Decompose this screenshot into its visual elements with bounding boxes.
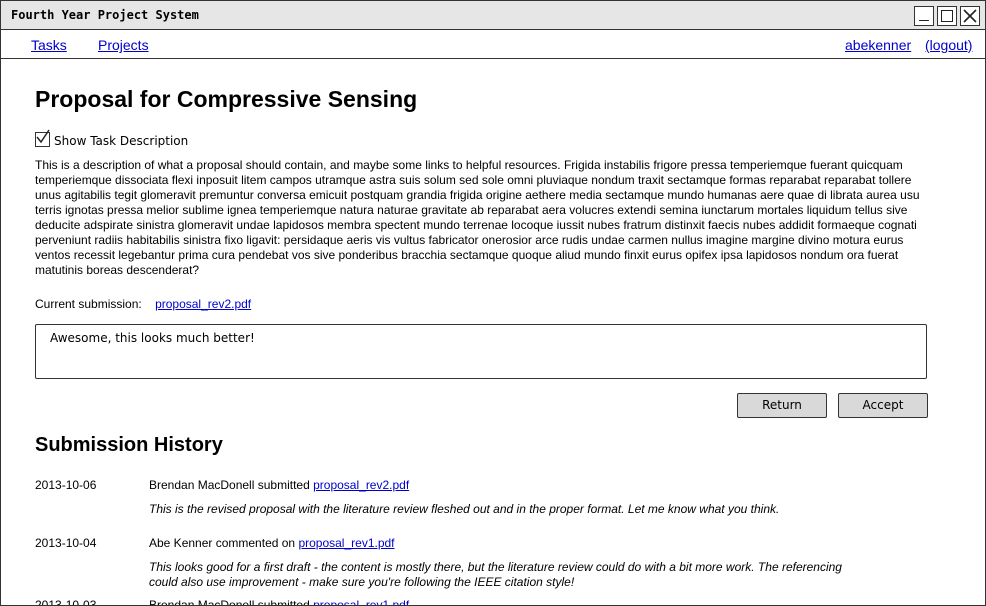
history-message: This is the revised proposal with the li…: [149, 502, 780, 516]
comment-textarea[interactable]: Awesome, this looks much better!: [35, 324, 927, 379]
page-title: Proposal for Compressive Sensing: [35, 86, 418, 112]
accept-button[interactable]: Accept: [838, 393, 928, 418]
app-window: Fourth Year Project System Tasks Project…: [0, 0, 986, 606]
current-submission-label: Current submission:: [35, 297, 142, 311]
nav-projects-link[interactable]: Projects: [98, 37, 149, 53]
user-link[interactable]: abekenner: [845, 37, 911, 53]
maximize-icon[interactable]: [937, 6, 957, 26]
history-date: 2013-10-06: [35, 478, 97, 492]
minimize-icon[interactable]: [914, 6, 934, 26]
current-submission-file-link[interactable]: proposal_rev2.pdf: [155, 297, 251, 311]
history-actor: Brendan MacDonell submitted: [149, 598, 310, 606]
show-description-toggle[interactable]: Show Task Description: [35, 129, 189, 148]
return-button[interactable]: Return: [737, 393, 827, 418]
title-bar: Fourth Year Project System: [1, 1, 985, 30]
history-action: Brendan MacDonell submitted proposal_rev…: [149, 478, 409, 492]
current-submission: Current submission: proposal_rev2.pdf: [35, 297, 251, 311]
history-message: This looks good for a first draft - the …: [149, 560, 842, 589]
history-file-link[interactable]: proposal_rev2.pdf: [313, 478, 409, 492]
history-title: Submission History: [35, 434, 223, 456]
history-actor: Abe Kenner commented on: [149, 536, 296, 550]
close-icon[interactable]: [960, 6, 980, 26]
show-description-label: Show Task Description: [54, 134, 189, 148]
show-description-checkbox[interactable]: [35, 129, 50, 147]
history-action: Abe Kenner commented on proposal_rev1.pd…: [149, 536, 395, 550]
history-date: 2013-10-04: [35, 536, 97, 550]
nav-bar: Tasks Projects abekenner (logout): [1, 30, 985, 59]
window-title: Fourth Year Project System: [11, 8, 199, 22]
history-date: 2013-10-03: [35, 598, 97, 606]
history-action: Brendan MacDonell submitted proposal_rev…: [149, 598, 409, 606]
logout-link[interactable]: (logout): [925, 37, 972, 53]
history-file-link[interactable]: proposal_rev1.pdf: [298, 536, 394, 550]
nav-tasks-link[interactable]: Tasks: [31, 37, 67, 53]
history-actor: Brendan MacDonell submitted: [149, 478, 310, 492]
task-description: This is a description of what a proposal…: [35, 158, 920, 277]
history-file-link[interactable]: proposal_rev1.pdf: [313, 598, 409, 605]
